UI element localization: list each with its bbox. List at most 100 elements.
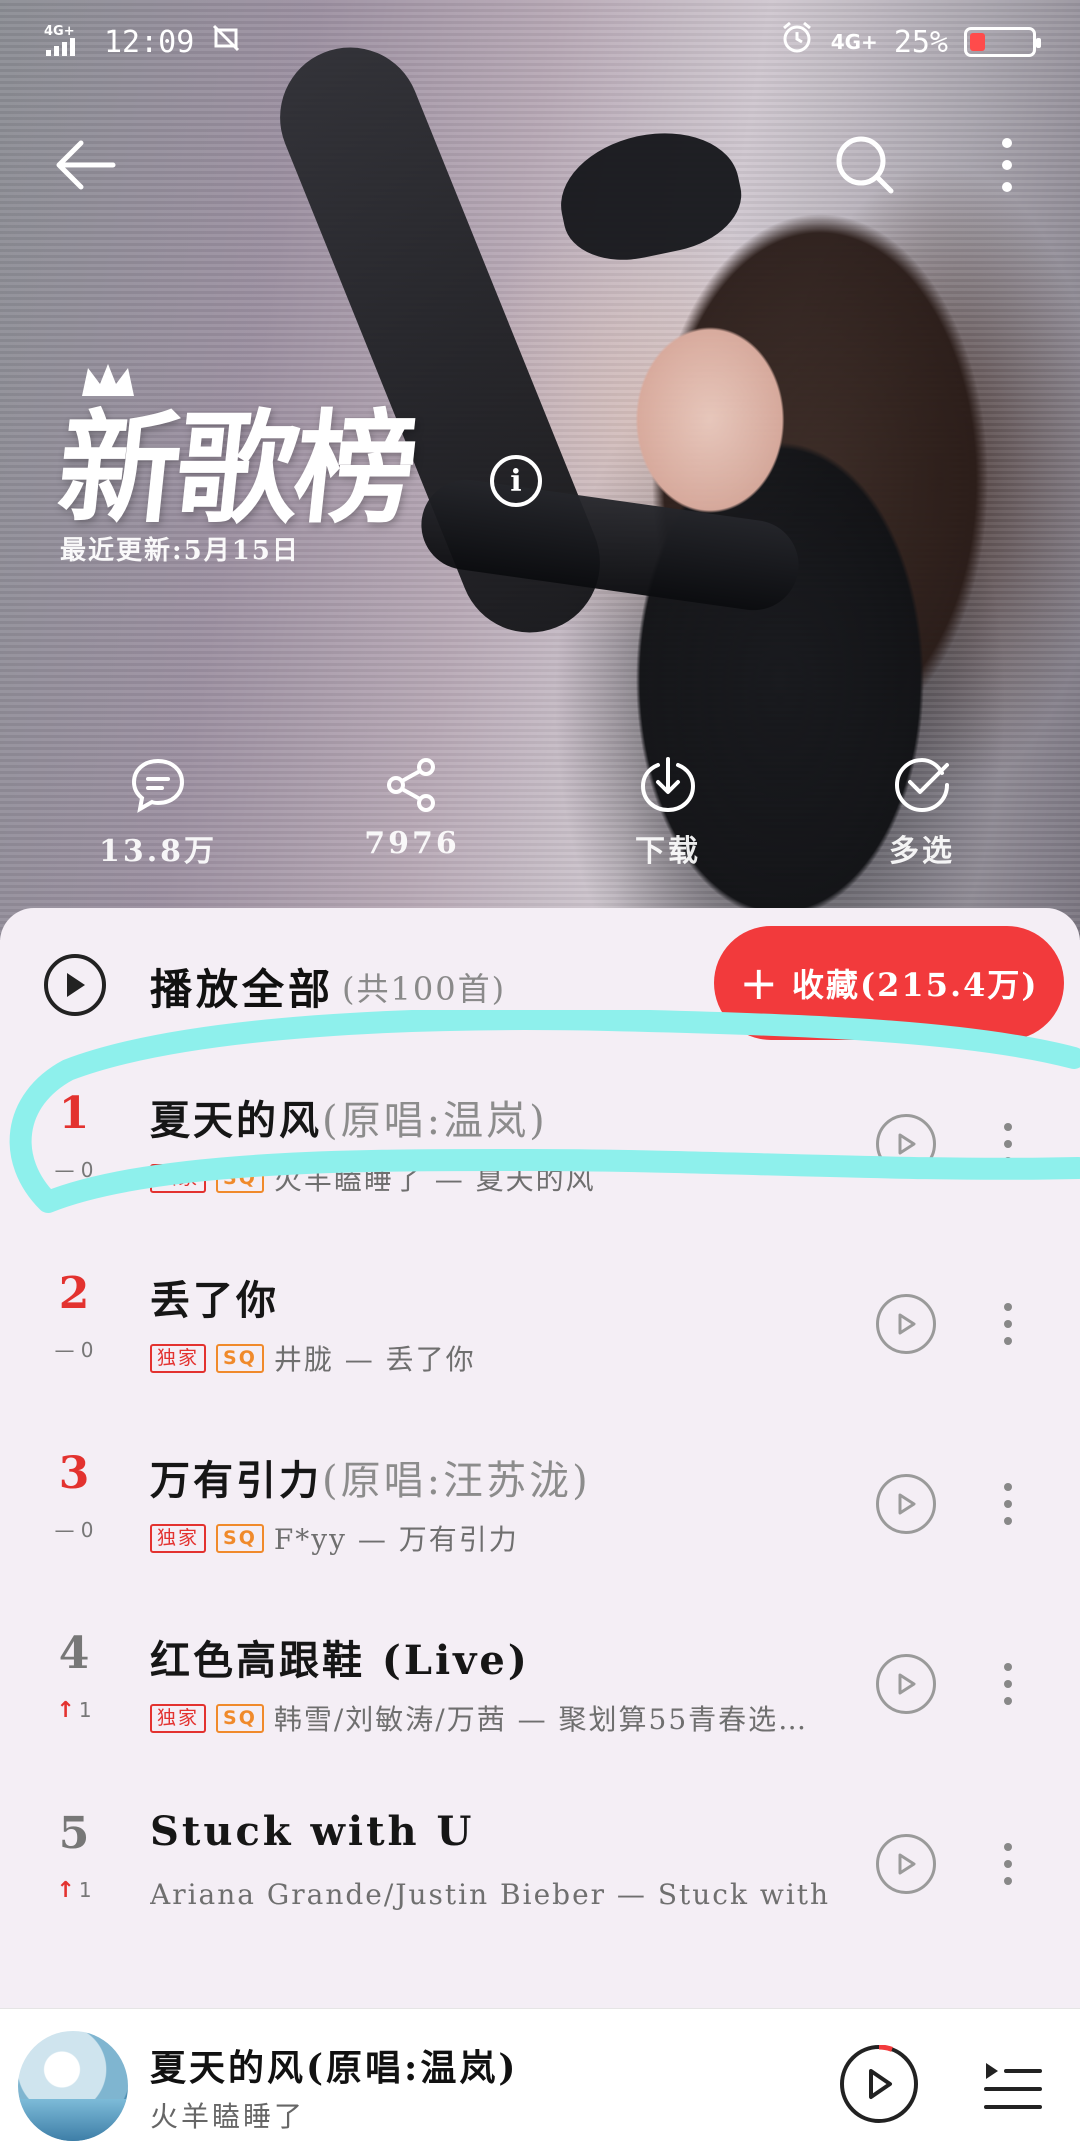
share-button[interactable]: 7976 — [312, 750, 512, 861]
original-singer: (原唱:温岚) — [322, 1098, 548, 1144]
play-icon — [898, 1853, 916, 1875]
plus-icon: + — [739, 956, 781, 1010]
song-list-panel: 播放全部 (共100首) + 收藏(215.4万) 1 — 0 夏天的风(原唱:… — [0, 908, 1080, 2008]
now-playing-cover[interactable] — [18, 2031, 128, 2141]
alarm-icon — [779, 20, 815, 64]
song-more-button[interactable] — [990, 1474, 1026, 1534]
chart-actions: 13.8万 7976 下载 多选 — [0, 750, 1080, 880]
now-playing-title: 夏天的风(原唱:温岚) — [150, 2047, 519, 2089]
play-icon — [898, 1673, 916, 1695]
more-options-button[interactable] — [962, 120, 1052, 210]
song-subtitle: 独家 SQ 火羊瞌睡了 — 夏天的风 — [150, 1158, 840, 1198]
song-rank: 1 — [58, 1088, 90, 1139]
back-button[interactable] — [40, 120, 130, 210]
collect-label: 收藏(215.4万) — [792, 966, 1039, 1004]
song-play-button[interactable] — [876, 1654, 936, 1714]
rank-trend: — 0 — [54, 1338, 94, 1362]
rank-trend: ↑ 1 — [56, 1878, 92, 1903]
song-more-button[interactable] — [990, 1654, 1026, 1714]
play-icon — [898, 1133, 916, 1155]
sq-badge: SQ — [216, 1703, 264, 1733]
mini-player[interactable]: 夏天的风(原唱:温岚) 火羊瞌睡了 — [0, 2008, 1080, 2152]
song-rank: 3 — [58, 1448, 90, 1499]
chart-title: 新歌榜 — [51, 398, 421, 540]
top-navigation — [0, 110, 1080, 220]
network-type-left: 4G+ — [44, 24, 75, 39]
exclusive-badge: 独家 — [150, 1343, 207, 1373]
play-all-button[interactable] — [44, 954, 106, 1016]
song-title: 红色高跟鞋 (Live) — [150, 1637, 530, 1684]
song-rank: 4 — [58, 1628, 90, 1679]
now-playing-artist: 火羊瞌睡了 — [150, 2100, 306, 2133]
battery-icon — [964, 27, 1041, 57]
song-subtitle: Ariana Grande/Justin Bieber — Stuck with… — [150, 1878, 840, 1911]
download-button[interactable]: 下载 — [568, 750, 768, 870]
exclusive-badge: 独家 — [150, 1523, 207, 1553]
song-play-button[interactable] — [876, 1834, 936, 1894]
song-more-button[interactable] — [990, 1114, 1026, 1174]
share-count: 7976 — [364, 826, 460, 861]
back-arrow-icon — [56, 140, 116, 190]
song-play-button[interactable] — [876, 1114, 936, 1174]
screenshot-icon — [210, 22, 242, 62]
multiselect-label: 多选 — [889, 834, 955, 869]
song-more-button[interactable] — [990, 1834, 1026, 1894]
chart-info-button[interactable]: i — [490, 455, 542, 507]
collect-button[interactable]: + 收藏(215.4万) — [714, 926, 1064, 1040]
share-icon — [387, 758, 435, 812]
download-icon — [640, 757, 696, 813]
rank-up-icon: ↑ — [56, 1698, 75, 1723]
song-title: 夏天的风(原唱:温岚) — [150, 1097, 548, 1144]
search-icon — [836, 136, 894, 194]
rank-up-icon: ↑ — [56, 1878, 75, 1903]
song-row[interactable]: 1 — 0 夏天的风(原唱:温岚) 独家 SQ 火羊瞌睡了 — 夏天的风 — [0, 1058, 1080, 1238]
comments-button[interactable]: 13.8万 — [58, 750, 258, 870]
song-subtitle: 独家 SQ 井胧 — 丢了你 — [150, 1338, 840, 1378]
play-icon — [67, 973, 85, 997]
battery-level — [970, 33, 985, 51]
last-updated: 最近更新:5月15日 — [60, 536, 300, 566]
song-row[interactable]: 4 ↑ 1 红色高跟鞋 (Live) 独家 SQ 韩雪/刘敏涛/万茜 — 聚划算55青… — [0, 1598, 1080, 1778]
info-icon: i — [510, 463, 522, 499]
play-icon — [898, 1493, 916, 1515]
original-singer: (原唱:汪苏泷) — [322, 1458, 591, 1504]
exclusive-badge: 独家 — [150, 1163, 207, 1193]
play-all-label[interactable]: 播放全部 — [150, 956, 334, 1017]
play-icon — [898, 1313, 916, 1335]
song-rank: 5 — [58, 1808, 90, 1859]
comments-count: 13.8万 — [98, 834, 218, 869]
sq-badge: SQ — [216, 1343, 264, 1373]
play-all-row: 播放全部 (共100首) + 收藏(215.4万) — [0, 908, 1080, 1060]
exclusive-badge: 独家 — [150, 1703, 207, 1733]
song-title: Stuck with U — [150, 1808, 475, 1855]
status-bar: 4G+ 12:09 4G+ 25% — [0, 0, 1080, 84]
sq-badge: SQ — [216, 1163, 264, 1193]
download-label: 下载 — [635, 834, 701, 869]
song-subtitle: 独家 SQ 韩雪/刘敏涛/万茜 — 聚划算55青春选… — [150, 1698, 840, 1738]
comment-icon — [131, 758, 185, 813]
song-subtitle: 独家 SQ F*yy — 万有引力 — [150, 1518, 840, 1558]
multiselect-button[interactable]: 多选 — [822, 750, 1022, 870]
battery-percent: 25% — [893, 24, 948, 60]
rank-trend: ↑ 1 — [56, 1698, 92, 1723]
playlist-button[interactable] — [980, 2059, 1044, 2115]
signal-icon: 4G+ — [44, 22, 88, 63]
network-type-right: 4G+ — [830, 30, 878, 54]
sq-badge: SQ — [216, 1523, 264, 1553]
song-count: (共100首) — [342, 970, 507, 1008]
song-title: 丢了你 — [150, 1277, 279, 1324]
song-play-button[interactable] — [876, 1474, 936, 1534]
playlist-icon — [984, 2063, 1042, 2109]
song-rank: 2 — [58, 1268, 90, 1319]
more-vertical-icon — [1002, 138, 1012, 192]
song-play-button[interactable] — [876, 1294, 936, 1354]
playback-progress-ring — [878, 2045, 893, 2052]
check-circle-icon — [894, 757, 949, 813]
rank-trend: — 0 — [54, 1518, 94, 1542]
clock-time: 12:09 — [104, 24, 195, 60]
song-more-button[interactable] — [990, 1294, 1026, 1354]
search-button[interactable] — [820, 120, 910, 210]
song-row[interactable]: 5 ↑ 1 Stuck with U Ariana Grande/Justin B… — [0, 1778, 1080, 1958]
song-row[interactable]: 2 — 0 丢了你 独家 SQ 井胧 — 丢了你 — [0, 1238, 1080, 1418]
song-row[interactable]: 3 — 0 万有引力(原唱:汪苏泷) 独家 SQ F*yy — 万有引力 — [0, 1418, 1080, 1598]
